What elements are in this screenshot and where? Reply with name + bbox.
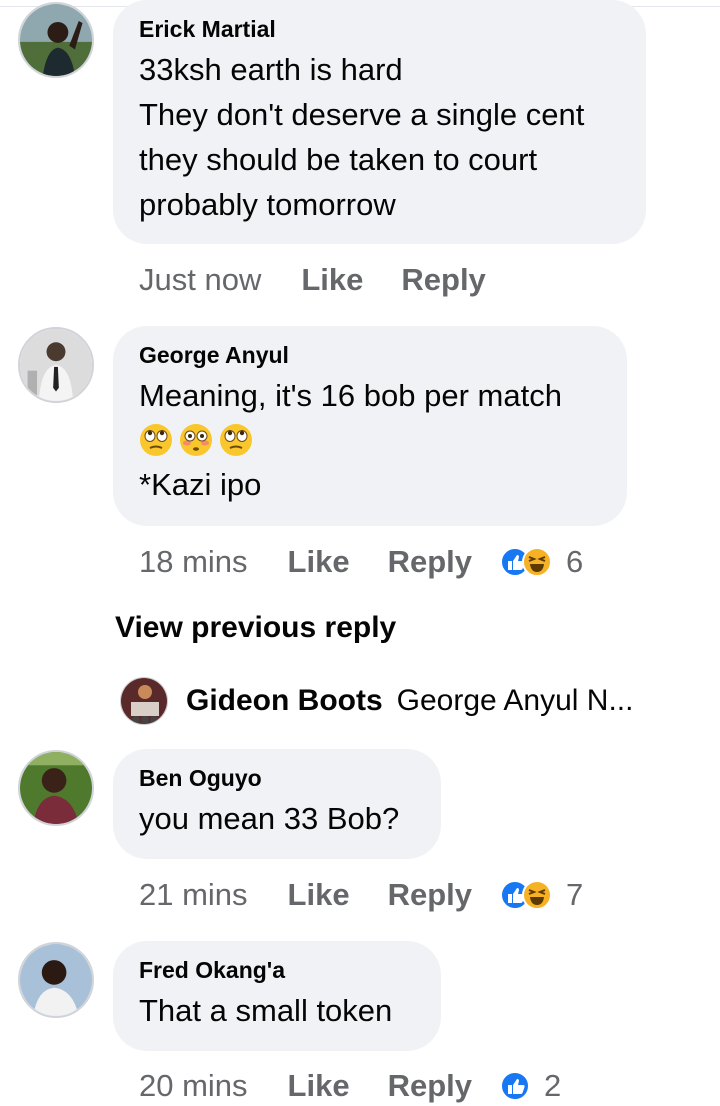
like-button[interactable]: Like	[301, 262, 363, 298]
timestamp[interactable]: Just now	[139, 262, 261, 298]
comment-actions: Just now Like Reply	[139, 260, 524, 300]
like-button[interactable]: Like	[288, 544, 350, 580]
haha-reaction-icon	[522, 880, 552, 910]
commenter-name[interactable]: Gideon Boots	[186, 684, 383, 718]
avatar-photo-icon	[20, 329, 92, 401]
reaction-summary[interactable]: 7	[500, 877, 583, 913]
timestamp[interactable]: 21 mins	[139, 877, 248, 913]
avatar-photo-icon	[121, 678, 167, 724]
face-with-rolling-eyes-icon	[140, 424, 172, 456]
comment-text-line: probably tomorrow	[139, 187, 396, 222]
reaction-count: 7	[566, 877, 584, 912]
comment-text-line: That a small token	[139, 993, 393, 1028]
avatar-photo-icon	[20, 944, 92, 1016]
reaction-count: 2	[544, 1068, 562, 1103]
comment-text-line: you mean 33 Bob?	[139, 801, 400, 836]
like-reaction-icon	[500, 1071, 530, 1101]
emoji-row	[139, 418, 599, 462]
reply-button[interactable]: Reply	[388, 877, 472, 913]
haha-reaction-icon	[522, 547, 552, 577]
view-previous-reply-link[interactable]: View previous reply	[115, 611, 396, 645]
flushed-face-icon	[180, 424, 212, 456]
reply-button[interactable]: Reply	[401, 262, 485, 298]
collapsed-reply[interactable]: Gideon Boots George Anyul N...	[120, 677, 680, 725]
reply-button[interactable]: Reply	[388, 544, 472, 580]
avatar[interactable]	[120, 677, 168, 725]
avatar[interactable]	[18, 942, 94, 1018]
timestamp[interactable]: 20 mins	[139, 1068, 248, 1104]
reaction-summary[interactable]: 2	[500, 1068, 561, 1104]
reaction-summary[interactable]: 6	[500, 544, 583, 580]
commenter-name[interactable]: Fred Okang'a	[139, 955, 413, 985]
face-with-rolling-eyes-icon	[220, 424, 252, 456]
comment-text-line: they should be taken to court	[139, 142, 538, 177]
comment-actions: 21 mins Like Reply 7	[139, 875, 583, 915]
commenter-name[interactable]: Ben Oguyo	[139, 763, 413, 793]
comment-text-line: 33ksh earth is hard	[139, 52, 403, 87]
timestamp[interactable]: 18 mins	[139, 544, 248, 580]
comment-text-line: Meaning, it's 16 bob per match	[139, 378, 562, 413]
commenter-name[interactable]: Erick Martial	[139, 14, 618, 44]
comment-bubble: Erick Martial 33ksh earth is hard They d…	[113, 0, 646, 244]
avatar[interactable]	[18, 327, 94, 403]
like-button[interactable]: Like	[288, 1068, 350, 1104]
commenter-name[interactable]: George Anyul	[139, 340, 599, 370]
comment-text-line: They don't deserve a single cent	[139, 97, 585, 132]
comment-bubble: George Anyul Meaning, it's 16 bob per ma…	[113, 326, 627, 526]
like-button[interactable]: Like	[288, 877, 350, 913]
comment-text-line: *Kazi ipo	[139, 467, 262, 502]
reply-button[interactable]: Reply	[388, 1068, 472, 1104]
avatar[interactable]	[18, 2, 94, 78]
avatar-photo-icon	[20, 752, 92, 824]
comment-bubble: Fred Okang'a That a small token	[113, 941, 441, 1051]
reply-preview-text: George Anyul N...	[396, 684, 634, 717]
comment-actions: 18 mins Like Reply 6	[139, 542, 583, 582]
comment-bubble: Ben Oguyo you mean 33 Bob?	[113, 749, 441, 859]
avatar-photo-icon	[20, 4, 92, 76]
avatar[interactable]	[18, 750, 94, 826]
comment-actions: 20 mins Like Reply 2	[139, 1066, 561, 1106]
reaction-count: 6	[566, 544, 584, 579]
